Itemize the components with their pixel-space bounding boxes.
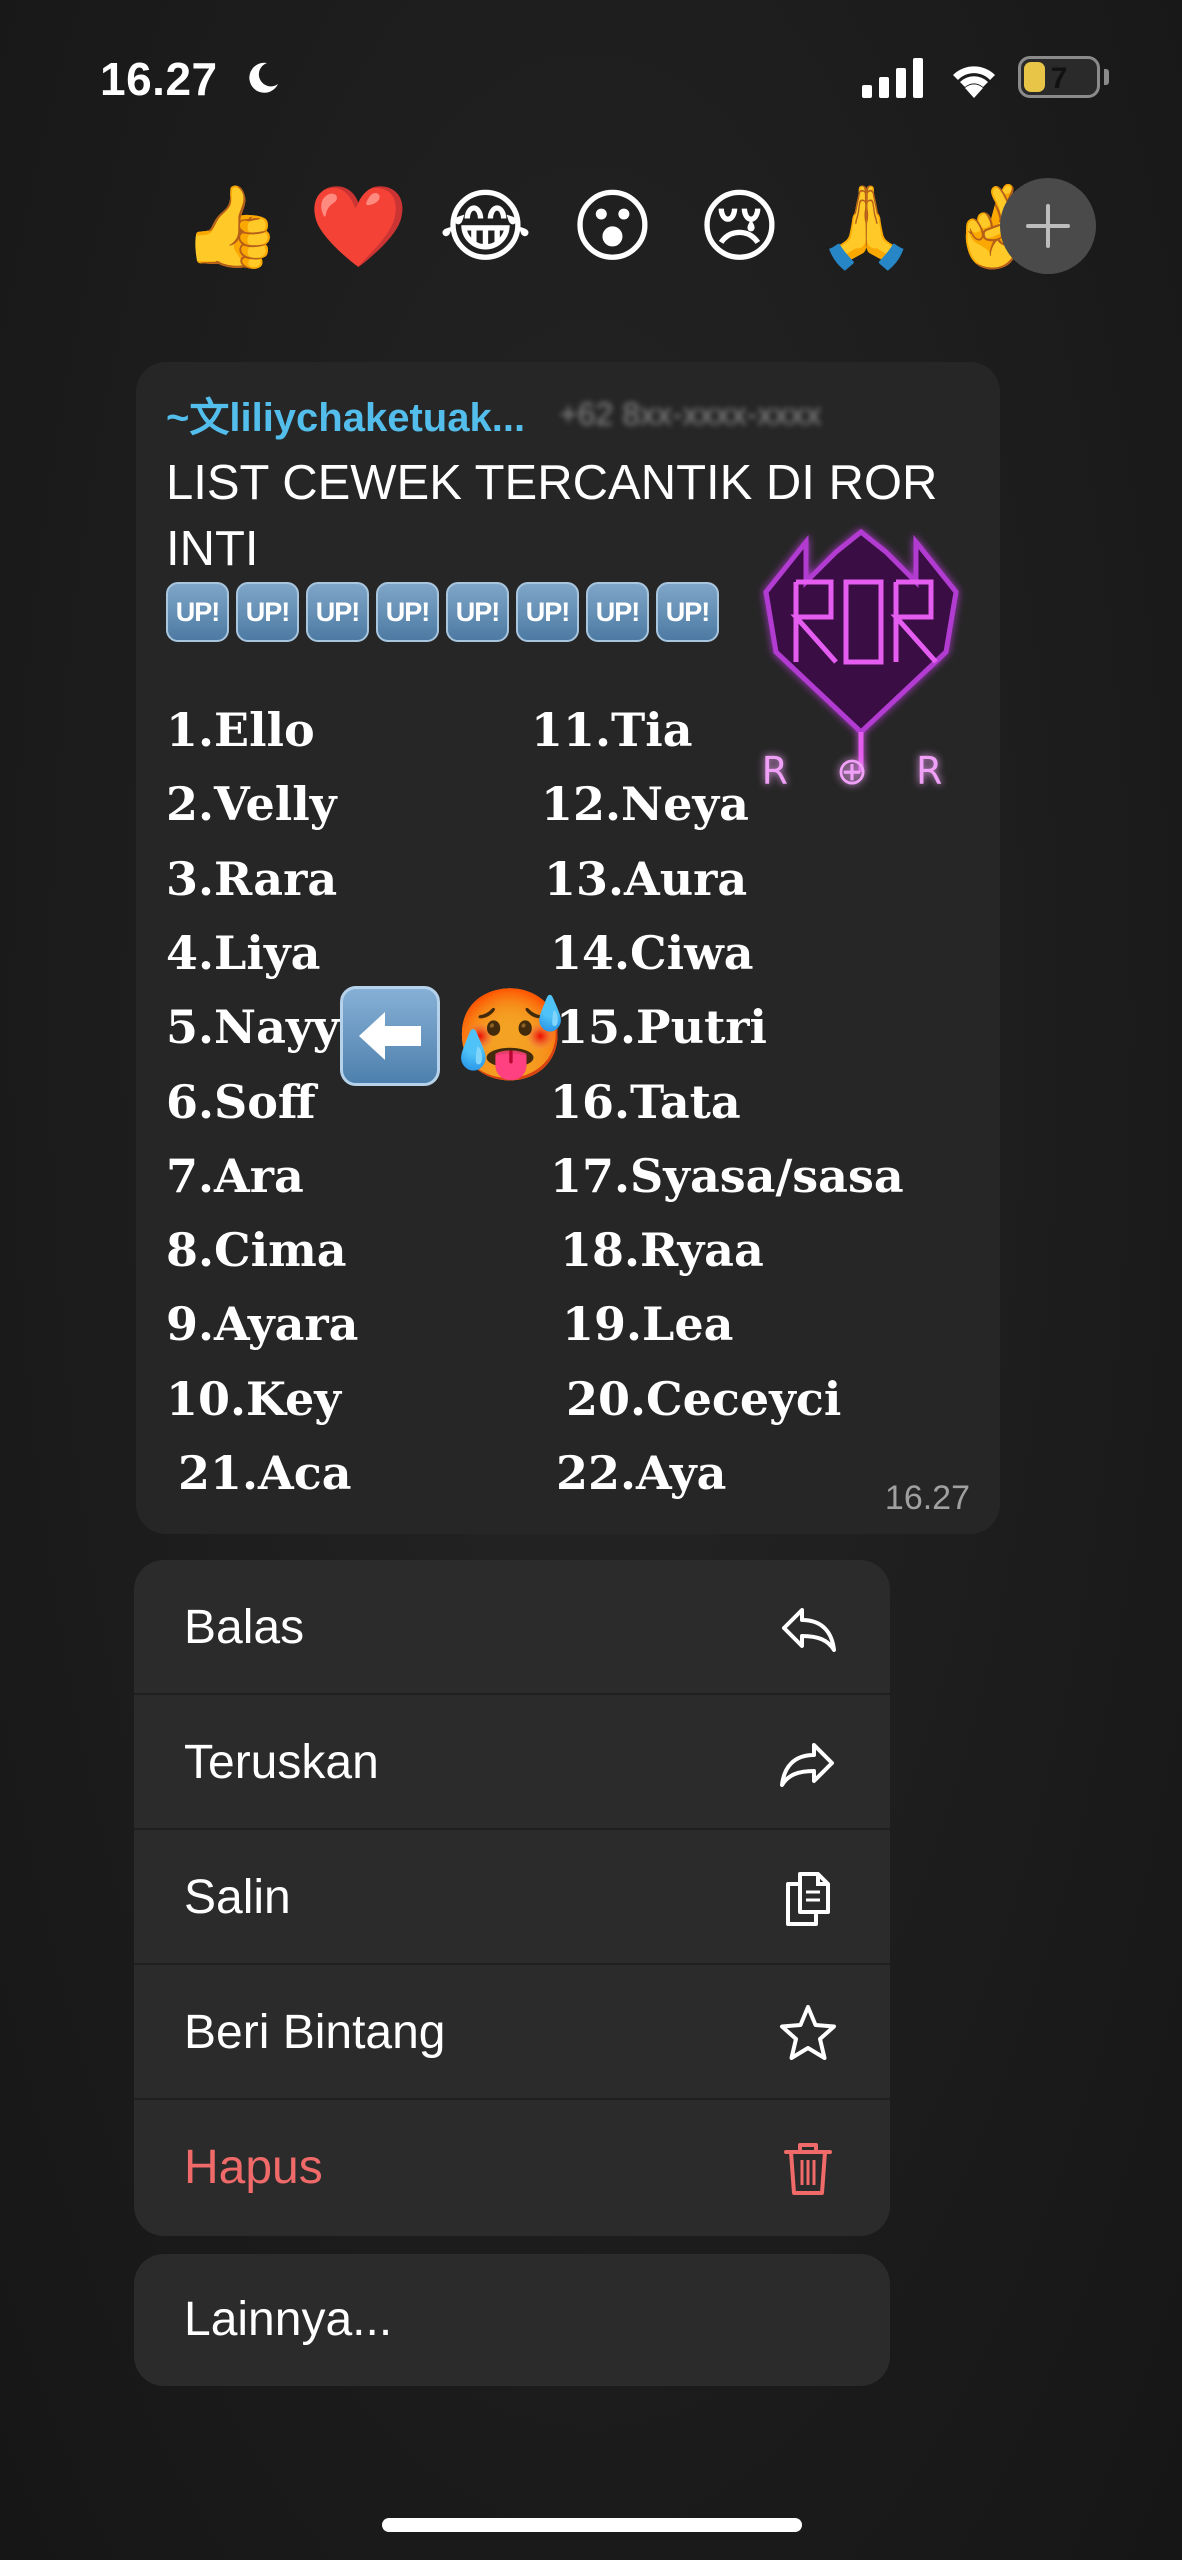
menu-label-copy: Salin bbox=[184, 1871, 291, 1924]
list-item: 10.Key bbox=[166, 1371, 341, 1426]
menu-item-reply[interactable]: Balas bbox=[134, 1560, 890, 1695]
up-badge: UP! bbox=[236, 582, 299, 642]
message-bubble[interactable]: ~文liliychaketuak... +62 8xx-xxxx-xxxx LI… bbox=[136, 362, 1000, 1534]
menu-label-more: Lainnya... bbox=[184, 2293, 393, 2346]
menu-label-delete: Hapus bbox=[184, 2141, 323, 2194]
moon-icon bbox=[249, 62, 278, 93]
up-badge: UP! bbox=[376, 582, 439, 642]
sender-name[interactable]: ~文liliychaketuak... bbox=[166, 385, 525, 443]
list-item: 13.Aura bbox=[544, 851, 748, 906]
star-icon bbox=[780, 2005, 836, 2060]
list-item: 18.Ryaa bbox=[560, 1223, 764, 1278]
menu-item-copy[interactable]: Salin bbox=[134, 1830, 890, 1965]
battery-icon: 7 bbox=[1018, 56, 1100, 98]
message-time: 16.27 bbox=[884, 1479, 970, 1517]
list-item: 15.Putri bbox=[556, 1000, 768, 1055]
ror-logo: R ⊕ R bbox=[762, 528, 961, 792]
up-badge: UP! bbox=[516, 582, 579, 642]
cellular-signal-icon bbox=[862, 58, 923, 98]
context-menu: Balas Teruskan Salin Beri Bintang Hapus … bbox=[134, 1560, 890, 2386]
list-item: 3.Rara bbox=[166, 851, 338, 906]
list-item: 21.Aca bbox=[178, 1446, 352, 1500]
add-reaction-button[interactable] bbox=[1000, 178, 1096, 274]
copy-icon bbox=[786, 1872, 830, 1926]
list-item: 11.Tia bbox=[531, 703, 693, 757]
list-item: 17.Syasa/sasa bbox=[550, 1148, 904, 1203]
left-arrow-emoji bbox=[340, 986, 440, 1086]
up-badge: UP! bbox=[446, 582, 509, 642]
menu-item-delete[interactable]: Hapus bbox=[134, 2100, 890, 2235]
reply-icon bbox=[782, 1608, 836, 1652]
list-item: 6.Soff bbox=[166, 1074, 316, 1129]
menu-label-reply: Balas bbox=[184, 1601, 305, 1654]
menu-label-star: Beri Bintang bbox=[184, 2006, 446, 2059]
list-item: 14.Ciwa bbox=[550, 925, 754, 980]
up-badge: UP! bbox=[586, 582, 649, 642]
trash-icon bbox=[784, 2143, 832, 2195]
reaction-bar: 👍 ❤️ 😂 😮 😢 🙏 🤞 bbox=[168, 172, 1098, 282]
left-arrow-icon bbox=[359, 1012, 421, 1060]
list-item: 19.Lea bbox=[562, 1297, 734, 1352]
list-item: 4.Liya bbox=[166, 925, 321, 980]
list-item: 2.Velly bbox=[166, 777, 337, 832]
battery-nub bbox=[1104, 69, 1109, 85]
list-item: 5.Nayy bbox=[166, 1000, 340, 1055]
plus-icon bbox=[1026, 204, 1070, 248]
list-item: 22.Aya bbox=[556, 1446, 727, 1500]
reaction-surprised[interactable]: 😮 bbox=[549, 172, 676, 282]
up-badge: UP! bbox=[306, 582, 369, 642]
menu-label-forward: Teruskan bbox=[184, 1736, 379, 1789]
reaction-tears-of-joy[interactable]: 😂 bbox=[422, 172, 549, 282]
menu-item-star[interactable]: Beri Bintang bbox=[134, 1965, 890, 2100]
reaction-thumbs-up[interactable]: 👍 bbox=[168, 172, 295, 282]
list-item: 16.Tata bbox=[550, 1074, 741, 1129]
menu-item-more[interactable]: Lainnya... bbox=[134, 2254, 890, 2386]
status-time: 16.27 bbox=[100, 53, 218, 105]
wifi-icon bbox=[953, 66, 995, 98]
reaction-red-heart[interactable]: ❤️ bbox=[295, 172, 422, 282]
forward-icon bbox=[780, 1743, 834, 1787]
list-item: 8.Cima bbox=[166, 1223, 347, 1278]
up-badge: UP! bbox=[166, 582, 229, 642]
logo-letters: R ⊕ R bbox=[762, 749, 961, 792]
reaction-crying[interactable]: 😢 bbox=[676, 172, 803, 282]
up-badge: UP! bbox=[656, 582, 719, 642]
reaction-folded-hands[interactable]: 🙏 bbox=[803, 172, 930, 282]
context-menu-main: Balas Teruskan Salin Beri Bintang Hapus bbox=[134, 1560, 890, 2236]
home-indicator[interactable] bbox=[382, 2518, 802, 2532]
battery-level: 7 bbox=[1050, 62, 1068, 95]
list-item: 9.Ayara bbox=[166, 1297, 359, 1352]
up-badge-row: UP! UP! UP! UP! UP! UP! UP! UP! bbox=[166, 582, 719, 642]
sender-row: ~文liliychaketuak... +62 8xx-xxxx-xxxx bbox=[166, 384, 821, 444]
list-item: 1.Ello bbox=[166, 703, 315, 757]
menu-item-forward[interactable]: Teruskan bbox=[134, 1695, 890, 1830]
status-bar: 16.27 7 bbox=[0, 0, 1182, 150]
sender-phone: +62 8xx-xxxx-xxxx bbox=[559, 395, 822, 432]
list-item: 12.Neya bbox=[541, 777, 749, 832]
list-item: 20.Ceceyci bbox=[566, 1371, 842, 1426]
hot-face-emoji: 🥵 bbox=[454, 986, 567, 1086]
list-item: 7.Ara bbox=[166, 1148, 304, 1203]
